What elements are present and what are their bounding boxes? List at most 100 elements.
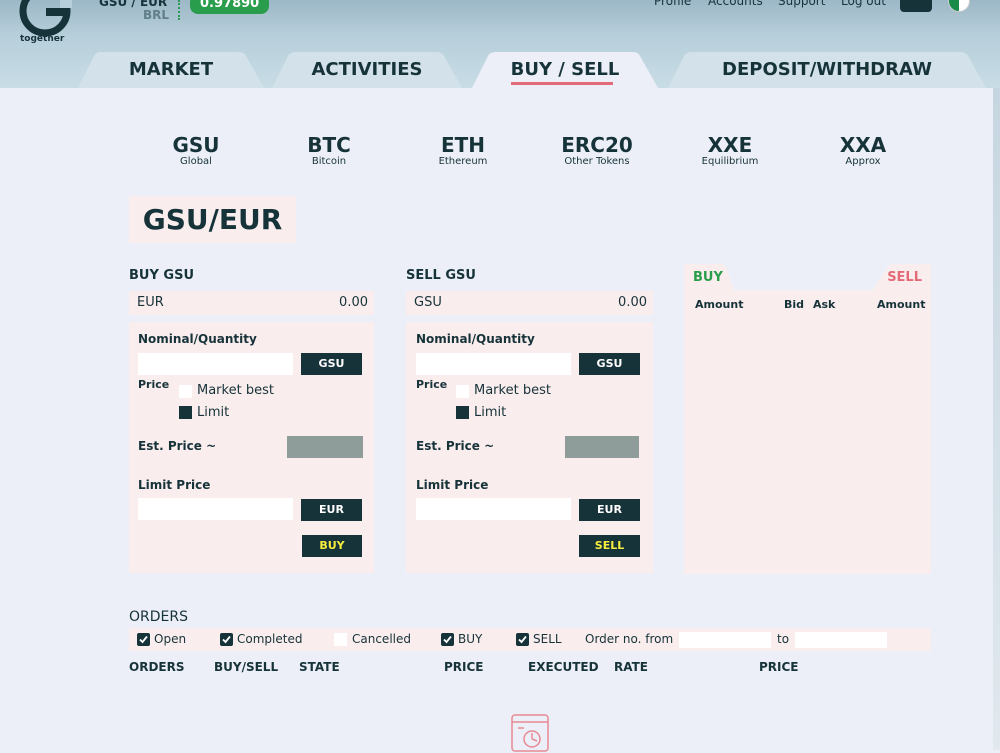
limit-label: Limit (474, 405, 507, 420)
balance-currency: EUR (137, 295, 164, 310)
order-to-label: to (777, 632, 790, 646)
market-best-checkbox[interactable] (179, 385, 192, 398)
coin-name: Bitcoin (311, 156, 347, 167)
column-header: Bid (784, 298, 805, 311)
sell-form: Nominal/Quantity GSU Price Market best L… (406, 322, 653, 573)
completed-checkbox[interactable] (220, 633, 233, 646)
column-header: ORDERS (129, 660, 185, 674)
empty-orders-icon (511, 714, 549, 752)
coin-symbol: GSU (172, 133, 220, 157)
limit-price-label: Limit Price (138, 478, 211, 492)
check-icon (139, 635, 148, 644)
orders-title: ORDERS (129, 609, 188, 625)
check-icon (222, 635, 231, 644)
limit-checkbox[interactable] (456, 406, 469, 419)
secondary-currency[interactable]: BRL (143, 8, 169, 22)
order-book-buy-label[interactable]: BUY (693, 270, 723, 285)
price-label: Price (416, 378, 448, 391)
order-book-sell-label[interactable]: SELL (887, 270, 922, 285)
tab-deposit-withdraw[interactable]: DEPOSIT/WITHDRAW (668, 52, 986, 88)
column-header: RATE (614, 660, 648, 674)
buy-price-unit-button[interactable]: EUR (301, 499, 362, 521)
nav-accounts[interactable]: Accounts (708, 0, 763, 8)
buy-section-title: BUY GSU (129, 268, 194, 283)
buy-quantity-unit-button[interactable]: GSU (301, 353, 362, 375)
nav-support[interactable]: Support (778, 0, 825, 8)
sell-quantity-unit-button[interactable]: GSU (579, 353, 640, 375)
coin-name: Ethereum (438, 156, 488, 167)
coin-symbol: ETH (440, 133, 486, 157)
sell-balance: GSU 0.00 (406, 291, 653, 315)
coin-name: Other Tokens (564, 156, 630, 167)
current-pair[interactable]: GSU / EUR (99, 0, 167, 8)
est-price-label: Est. Price ~ (138, 439, 217, 453)
coin-gsu[interactable]: GSU Global (141, 134, 251, 167)
nav-logout[interactable]: Log out (841, 0, 886, 8)
est-price-label: Est. Price ~ (416, 439, 495, 453)
coin-eth[interactable]: ETH Ethereum (408, 134, 518, 167)
page-title: GSU/EUR (129, 196, 296, 243)
coin-xxa[interactable]: XXA Approx (808, 134, 918, 167)
sell-limit-price-input[interactable] (416, 498, 571, 520)
column-header: PRICE (444, 660, 484, 674)
balance-amount: 0.00 (339, 295, 368, 310)
background-edge (993, 88, 1000, 750)
buy-limit-price-input[interactable] (138, 498, 293, 520)
buy-button[interactable]: BUY (302, 535, 362, 557)
order-from-label: Order no. from (585, 632, 674, 646)
chat-icon[interactable] (900, 0, 932, 12)
tab-market[interactable]: MARKET (78, 52, 264, 88)
top-bar: together GSU / EUR BRL 0.97890 Profile A… (0, 0, 1000, 90)
nav-profile[interactable]: Profile (654, 0, 691, 8)
check-icon (518, 635, 527, 644)
logo-text: together (20, 34, 65, 44)
cancelled-label: Cancelled (352, 632, 411, 646)
coin-name: Equilibrium (701, 156, 759, 167)
open-checkbox[interactable] (137, 633, 150, 646)
language-flag-icon[interactable] (948, 0, 970, 12)
sell-quantity-input[interactable] (416, 353, 571, 375)
tab-activities[interactable]: ACTIVITIES (272, 52, 462, 88)
coin-erc20[interactable]: ERC20 Other Tokens (542, 134, 652, 167)
limit-checkbox[interactable] (179, 406, 192, 419)
sell-button[interactable]: SELL (579, 535, 640, 557)
open-label: Open (154, 632, 187, 646)
orders-filter-bar: Open Completed Cancelled BUY SELL Order … (129, 628, 931, 651)
order-from-input[interactable] (679, 632, 771, 648)
column-header: EXECUTED (528, 660, 599, 674)
market-best-checkbox[interactable] (456, 385, 469, 398)
limit-label: Limit (197, 405, 230, 420)
logo-icon (19, 0, 72, 37)
column-header: Amount (877, 298, 926, 311)
tab-market-label: MARKET (128, 59, 214, 80)
completed-label: Completed (237, 632, 303, 646)
active-tab-underline (511, 82, 613, 85)
order-to-input[interactable] (795, 632, 887, 648)
coin-xxe[interactable]: XXE Equilibrium (675, 134, 785, 167)
buy-form: Nominal/Quantity GSU Price Market best L… (129, 322, 374, 573)
sell-filter-checkbox[interactable] (516, 633, 529, 646)
coin-name: Approx (845, 156, 881, 167)
tab-deposit-withdraw-label: DEPOSIT/WITHDRAW (722, 59, 932, 80)
coin-symbol: XXE (707, 133, 753, 157)
buy-filter-checkbox[interactable] (441, 633, 454, 646)
coin-btc[interactable]: BTC Bitcoin (274, 134, 384, 167)
column-header: Amount (695, 298, 744, 311)
sell-price-unit-button[interactable]: EUR (579, 499, 640, 521)
tab-activities-label: ACTIVITIES (311, 59, 423, 80)
rate-badge: 0.97890 (190, 0, 270, 14)
price-label: Price (138, 378, 170, 391)
cancelled-checkbox[interactable] (334, 633, 347, 646)
market-best-label: Market best (474, 383, 551, 398)
coin-symbol: ERC20 (561, 133, 633, 157)
nominal-label: Nominal/Quantity (416, 332, 535, 346)
buy-filter-label: BUY (458, 632, 483, 646)
limit-price-label: Limit Price (416, 478, 489, 492)
coin-symbol: XXA (839, 133, 887, 157)
column-header: BUY/SELL (214, 660, 279, 674)
buy-quantity-input[interactable] (138, 353, 293, 375)
balance-amount: 0.00 (618, 295, 647, 310)
coin-symbol: BTC (307, 133, 351, 157)
coin-name: Global (180, 156, 212, 167)
balance-currency: GSU (414, 295, 442, 310)
